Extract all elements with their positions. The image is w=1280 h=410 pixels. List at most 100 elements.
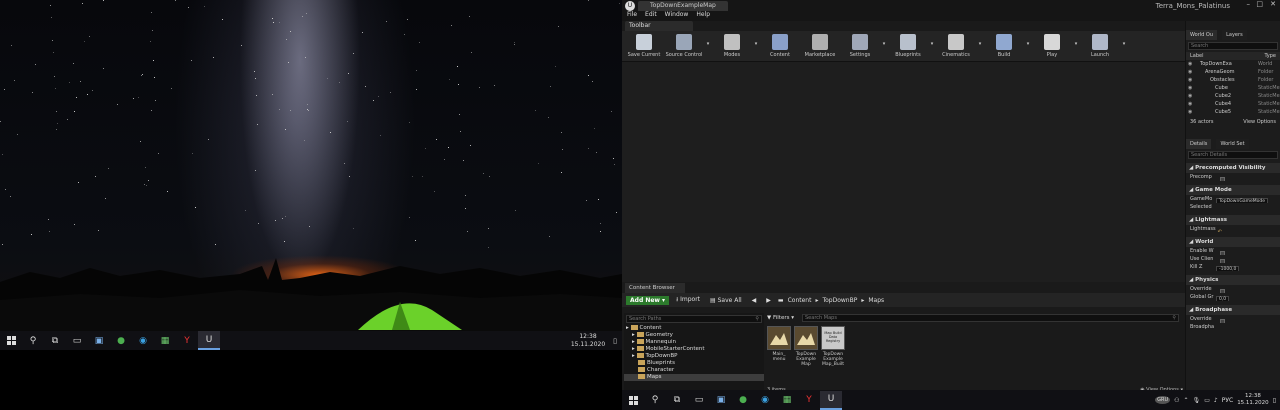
asset-tile[interactable]: Map Build Data Registry TopDown Example Map… — [821, 326, 845, 367]
col-label[interactable]: Label — [1190, 52, 1204, 60]
checkbox[interactable] — [1220, 319, 1225, 323]
outliner-row[interactable]: ◉ Cube5 StaticMe — [1186, 108, 1280, 116]
edge-icon[interactable]: ◉ — [754, 391, 776, 410]
eye-icon[interactable]: ◉ — [1186, 76, 1196, 84]
chevron-down-icon[interactable]: ▾ — [704, 31, 712, 62]
search-icon[interactable]: ⚲ — [644, 391, 666, 410]
chevron-down-icon[interactable]: ▾ — [752, 31, 760, 62]
tab-world-outliner[interactable]: World Ou — [1186, 30, 1218, 40]
folder-tree-item[interactable]: Maps — [624, 374, 764, 381]
explorer-icon[interactable]: ▣ — [88, 331, 110, 350]
folder-tree-item[interactable]: ▸ Mannequin — [624, 339, 764, 346]
add-new-button[interactable]: Add New ▾ — [626, 295, 670, 305]
search-maps-input[interactable]: Search Maps ⚲ — [802, 314, 1179, 322]
tab-world-settings[interactable]: World Set — [1216, 139, 1249, 149]
checkbox[interactable] — [1220, 177, 1225, 181]
forward-arrow-icon[interactable]: ▶ — [763, 296, 774, 305]
outliner-row[interactable]: ◉ Obstacles Folder — [1186, 76, 1280, 84]
eye-icon[interactable]: ◉ — [1186, 84, 1196, 92]
globe-icon[interactable]: ● — [110, 331, 132, 350]
toolbar-button-save-current[interactable]: Save Current — [624, 31, 664, 62]
clock[interactable]: 12:38 15.11.2020 — [568, 333, 608, 349]
volume-icon[interactable]: ♪ — [1214, 397, 1218, 404]
toolbar-tab[interactable]: Toolbar — [625, 21, 693, 31]
eye-icon[interactable]: ◉ — [1186, 100, 1196, 108]
folder-tree-item[interactable]: ▸ Geometry — [624, 332, 764, 339]
outliner-search-input[interactable]: Search — [1188, 42, 1278, 50]
toolbar-button-blueprints[interactable]: Blueprints — [888, 31, 928, 62]
unreal-icon[interactable]: U — [198, 331, 220, 350]
people-icon[interactable]: ⚇ — [1174, 397, 1179, 404]
outliner-row[interactable]: ◉ ArenaGeom Folder — [1186, 68, 1280, 76]
photos-icon[interactable]: ▦ — [154, 331, 176, 350]
save-all-button[interactable]: ▤ Save All — [707, 296, 745, 305]
clock[interactable]: 12:38 15.11.2020 — [1237, 393, 1269, 407]
outliner-row[interactable]: ◉ Cube2 StaticMe — [1186, 92, 1280, 100]
terminal-icon[interactable]: ▭ — [688, 391, 710, 410]
maximize-icon[interactable]: □ — [1256, 0, 1263, 8]
outliner-row[interactable]: ◉ Cube StaticMe — [1186, 84, 1280, 92]
details-value-field[interactable]: -1000,0 — [1216, 266, 1240, 271]
windows-icon[interactable] — [622, 391, 644, 410]
reset-icon[interactable]: ↶ — [1216, 229, 1222, 233]
eye-icon[interactable]: ◉ — [1186, 60, 1196, 68]
asset-tile[interactable]: TopDown Example Map — [794, 326, 818, 367]
level-tab[interactable]: TopDownExampleMap — [638, 0, 728, 11]
notification-icon[interactable]: ▯ — [608, 331, 622, 350]
toolbar-button-content[interactable]: Content — [760, 31, 800, 62]
folder-tree-item[interactable]: Character — [624, 367, 764, 374]
yandex-icon[interactable]: Y — [176, 331, 198, 350]
menu-help[interactable]: Help — [696, 11, 710, 21]
details-category[interactable]: ◢ Precomputed Visibility — [1186, 163, 1280, 173]
notification-icon[interactable]: ▯ — [1273, 397, 1276, 404]
explorer-icon[interactable]: ▣ — [710, 391, 732, 410]
eye-icon[interactable]: ◉ — [1186, 68, 1196, 76]
toolbar-button-modes[interactable]: Modes — [712, 31, 752, 62]
unreal-icon[interactable]: U — [820, 390, 842, 410]
details-category[interactable]: ◢ Broadphase — [1186, 305, 1280, 315]
language-indicator[interactable]: РУС — [1222, 397, 1233, 404]
details-search-input[interactable]: Search Details — [1188, 151, 1278, 159]
menu-window[interactable]: Window — [665, 11, 689, 21]
folder-tree-item[interactable]: Blueprints — [624, 360, 764, 367]
menu-file[interactable]: File — [627, 11, 637, 21]
details-category[interactable]: ◢ Game Mode — [1186, 185, 1280, 195]
details-value-field[interactable]: TopDownGameMode — [1216, 198, 1269, 203]
chevron-down-icon[interactable]: ▾ — [1120, 31, 1128, 62]
tab-layers[interactable]: Layers — [1222, 30, 1247, 40]
eye-icon[interactable]: ◉ — [1186, 108, 1196, 116]
windows-icon[interactable] — [0, 331, 22, 350]
chevron-down-icon[interactable]: ▾ — [1024, 31, 1032, 62]
content-browser-tab[interactable]: Content Browser — [625, 283, 685, 293]
chevron-up-icon[interactable]: ⌃ — [1184, 397, 1189, 404]
toolbar-button-settings[interactable]: Settings — [840, 31, 880, 62]
breadcrumb-content[interactable]: Content — [788, 297, 812, 304]
task-view-icon[interactable]: ⧉ — [666, 391, 688, 410]
tab-details[interactable]: Details — [1186, 139, 1212, 149]
col-type[interactable]: Type — [1265, 52, 1276, 60]
close-icon[interactable]: ✕ — [1270, 0, 1276, 8]
folder-tree-item[interactable]: ▸ MobileStarterContent — [624, 346, 764, 353]
chevron-down-icon[interactable]: ▾ — [1072, 31, 1080, 62]
photos-icon[interactable]: ▦ — [776, 391, 798, 410]
menu-edit[interactable]: Edit — [645, 11, 657, 21]
filters-button[interactable]: ▼ Filters ▾ — [767, 315, 794, 321]
yandex-icon[interactable]: Y — [798, 391, 820, 410]
chevron-down-icon[interactable]: ▾ — [928, 31, 936, 62]
details-category[interactable]: ◢ Lightmass — [1186, 215, 1280, 225]
breadcrumb-maps[interactable]: Maps — [868, 297, 884, 304]
details-category[interactable]: ◢ Physics — [1186, 275, 1280, 285]
toolbar-button-launch[interactable]: Launch — [1080, 31, 1120, 62]
terminal-icon[interactable]: ▭ — [66, 331, 88, 350]
avatar[interactable]: GRU — [1155, 396, 1171, 404]
import-button[interactable]: ⭳ Import — [673, 294, 703, 306]
outliner-view-options[interactable]: View Options — [1243, 118, 1276, 126]
search-paths-input[interactable]: Search Paths ⚲ — [626, 315, 762, 323]
details-value-field[interactable]: 0,0 — [1216, 296, 1230, 301]
network-icon[interactable]: ▭ — [1204, 397, 1210, 404]
folder-tree-item[interactable]: ▸ TopDownBP — [624, 353, 764, 360]
toolbar-button-cinematics[interactable]: Cinematics — [936, 31, 976, 62]
viewport-area[interactable] — [622, 62, 1185, 282]
microphone-icon[interactable]: 🎙 — [1193, 397, 1201, 404]
task-view-icon[interactable]: ⧉ — [44, 331, 66, 350]
